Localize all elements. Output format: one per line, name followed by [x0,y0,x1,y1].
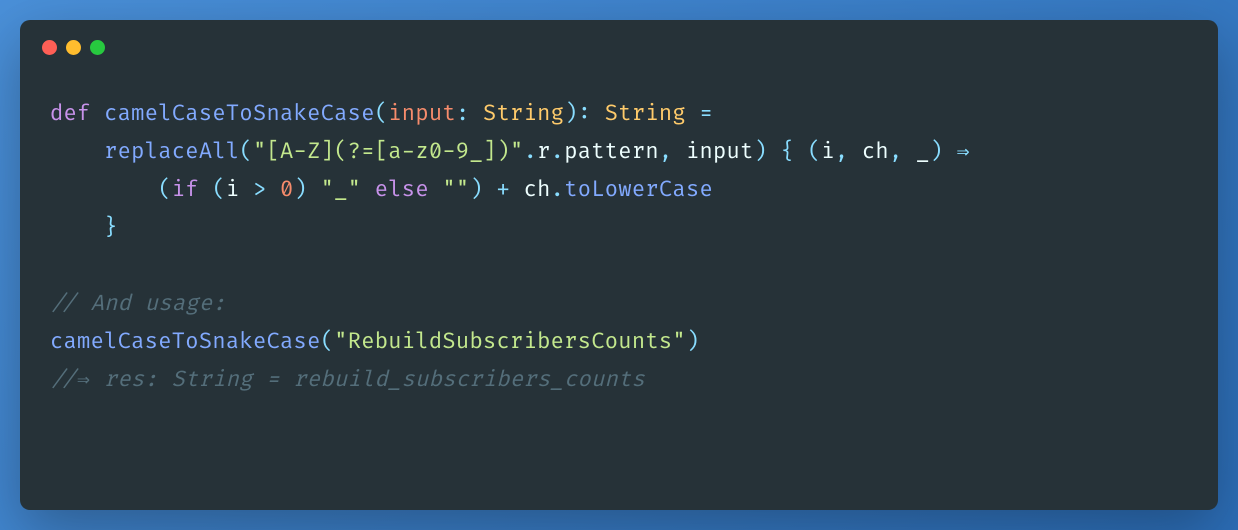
code-line-7: camelCaseToSnakeCase("RebuildSubscribers… [50,328,700,355]
code-line-2: replaceAll("[A-Z](?=[a-z0-9_])".r.patter… [50,138,983,165]
close-icon[interactable] [42,40,57,55]
token-keyword: else [375,176,429,203]
code-line-3: (if (i > 0) "_" else "") + ch.toLowerCas… [50,176,713,203]
code-line-1: def camelCaseToSnakeCase(input: String):… [50,100,713,127]
code-line-4: } [50,214,118,241]
token-string: "RebuildSubscribersCounts" [334,328,686,355]
maximize-icon[interactable] [90,40,105,55]
token-number: 0 [280,176,294,203]
token-arrow: ⇒ [957,138,970,165]
token-param: input [388,100,456,127]
token-keyword: def [50,100,91,127]
token-type: String [483,100,564,127]
token-fn: replaceAll [104,138,239,165]
titlebar [20,20,1218,65]
token-keyword: if [172,176,199,203]
code-line-6: // And usage: [50,290,226,317]
token-string: "" [442,176,469,203]
token-fn: camelCaseToSnakeCase [104,100,375,127]
token-string: "_" [321,176,362,203]
minimize-icon[interactable] [66,40,81,55]
code-line-8: //⇒ res: String = rebuild_subscribers_co… [50,366,645,393]
token-comment: // And usage: [50,290,226,317]
token-member: toLowerCase [564,176,713,203]
code-window: def camelCaseToSnakeCase(input: String):… [20,20,1218,510]
code-content: def camelCaseToSnakeCase(input: String):… [20,65,1218,419]
token-comment: //⇒ res: String = rebuild_subscribers_co… [50,366,645,393]
token-fn: camelCaseToSnakeCase [50,328,321,355]
token-string: "[A-Z](?=[a-z0-9_])" [253,138,524,165]
